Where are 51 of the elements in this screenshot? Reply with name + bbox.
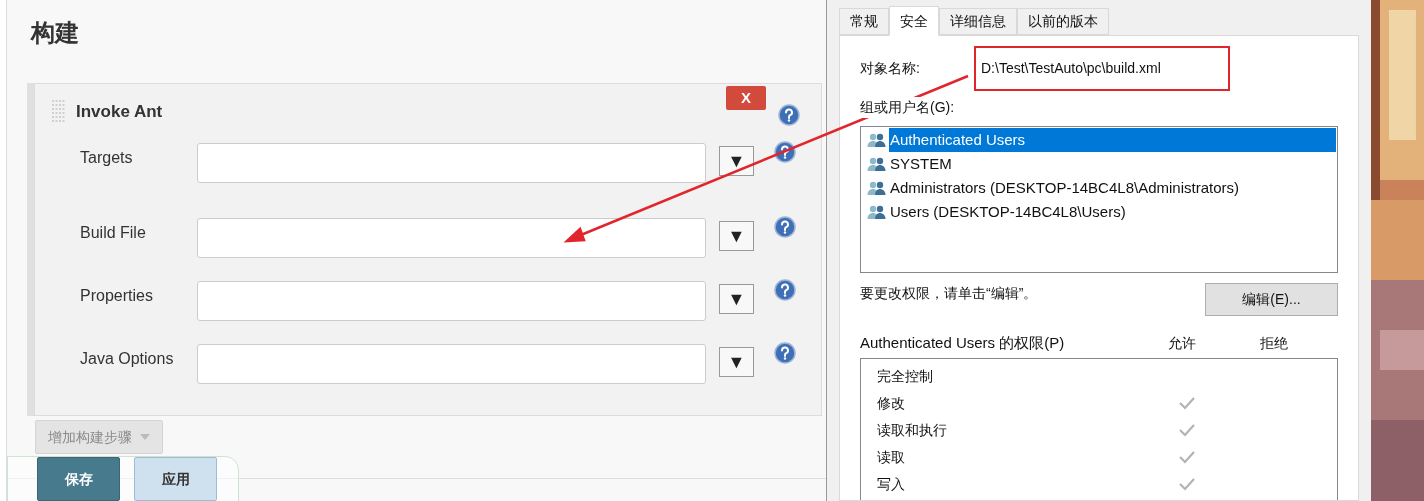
- check-icon: [1178, 396, 1196, 410]
- caret-icon: [140, 434, 150, 440]
- save-button[interactable]: 保存: [37, 457, 120, 501]
- drag-handle-icon[interactable]: [52, 100, 66, 124]
- field-label: Properties: [80, 286, 154, 306]
- groups-label: 组或用户名(G):: [860, 97, 955, 118]
- edit-hint: 要更改权限，请单击“编辑”。: [860, 284, 1038, 303]
- check-icon: [1178, 477, 1196, 491]
- dropdown-button[interactable]: ▼: [719, 347, 754, 377]
- tab[interactable]: 以前的版本: [1017, 8, 1109, 35]
- text-field[interactable]: [197, 218, 706, 258]
- check-icon: [1178, 450, 1196, 464]
- permission-name: 读取和执行: [877, 420, 948, 440]
- column-header: 拒绝: [1259, 333, 1288, 353]
- permission-name: 修改: [877, 393, 906, 413]
- edit-button[interactable]: 编辑(E)...: [1205, 283, 1338, 316]
- dropdown-button[interactable]: ▼: [719, 146, 754, 176]
- field-label: Targets: [80, 148, 134, 168]
- step-title: Invoke Ant: [76, 101, 163, 124]
- text-field[interactable]: [197, 344, 706, 384]
- help-icon[interactable]: [774, 342, 796, 364]
- apply-button[interactable]: 应用: [134, 457, 217, 501]
- help-icon[interactable]: [778, 104, 800, 126]
- group-list-item[interactable]: Administrators (DESKTOP-14BC4L8\Administrators): [862, 176, 1336, 200]
- tab[interactable]: 详细信息: [939, 8, 1017, 35]
- permission-name: 读取: [877, 447, 906, 467]
- users-icon: [867, 132, 887, 148]
- users-icon: [867, 180, 887, 196]
- text-field[interactable]: [197, 143, 706, 183]
- delete-button[interactable]: X: [726, 86, 766, 110]
- permission-name: 完全控制: [877, 366, 934, 386]
- field-label: Build File: [80, 223, 147, 243]
- tab[interactable]: 安全: [889, 6, 939, 36]
- help-icon[interactable]: [774, 279, 796, 301]
- section-title: 构建: [31, 18, 79, 48]
- check-icon: [1178, 423, 1196, 437]
- group-list-item[interactable]: SYSTEM: [862, 152, 1336, 176]
- dropdown-button[interactable]: ▼: [719, 284, 754, 314]
- help-icon[interactable]: [774, 216, 796, 238]
- permission-name: 写入: [877, 474, 906, 494]
- users-icon: [867, 204, 887, 220]
- tab[interactable]: 常规: [839, 8, 889, 35]
- dropdown-button[interactable]: ▼: [719, 221, 754, 251]
- group-list-item[interactable]: Users (DESKTOP-14BC4L8\Users): [862, 200, 1336, 224]
- text-field[interactable]: [197, 281, 706, 321]
- permissions-label: Authenticated Users 的权限(P): [860, 333, 1066, 353]
- field-label: Java Options: [80, 349, 175, 369]
- object-name-label: 对象名称:: [860, 59, 921, 78]
- object-path: D:\Test\TestAuto\pc\build.xml: [981, 59, 1161, 78]
- users-icon: [867, 156, 887, 172]
- column-header: 允许: [1167, 333, 1197, 353]
